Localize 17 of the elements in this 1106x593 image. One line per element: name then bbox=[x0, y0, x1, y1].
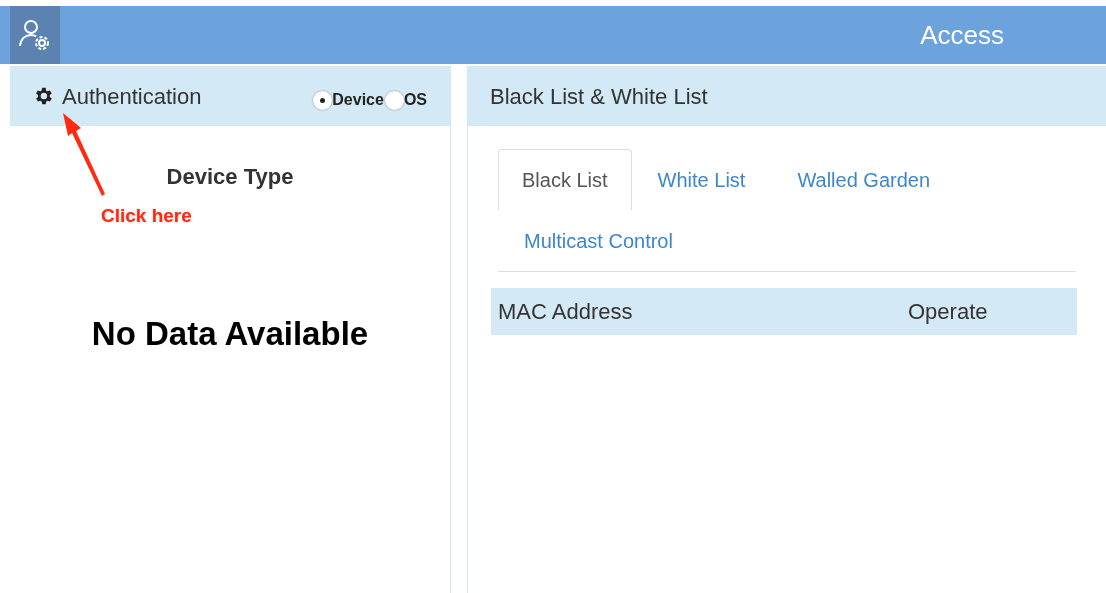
annotation-label: Click here bbox=[101, 204, 192, 228]
radio-button[interactable] bbox=[384, 90, 404, 110]
panel-title: Black List & White List bbox=[490, 82, 708, 111]
page-title: Access bbox=[920, 18, 1004, 52]
empty-message: No Data Available bbox=[91, 314, 369, 354]
tab[interactable]: Walled Garden bbox=[771, 149, 957, 210]
panel-title: Authentication bbox=[62, 82, 202, 111]
tab[interactable]: Multicast Control bbox=[498, 210, 699, 271]
column-header: Operate bbox=[908, 298, 988, 326]
user-settings-icon[interactable] bbox=[10, 6, 60, 64]
column-header: MAC Address bbox=[498, 298, 634, 326]
radio-label[interactable]: OS bbox=[403, 88, 427, 112]
tab[interactable]: Black List bbox=[498, 149, 632, 210]
tab[interactable]: White List bbox=[631, 149, 772, 210]
radio-button[interactable] bbox=[313, 90, 333, 110]
radio-label[interactable]: Device bbox=[332, 88, 384, 112]
section-heading: Device Type bbox=[166, 163, 294, 191]
